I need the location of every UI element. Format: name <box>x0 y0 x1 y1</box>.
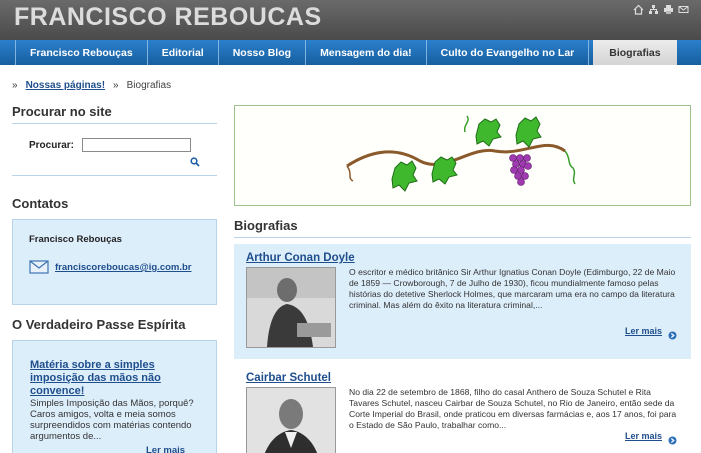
nav-item-mensagem-do-dia[interactable]: Mensagem do dia! <box>306 40 427 65</box>
bio-photo[interactable] <box>246 267 336 348</box>
passe-article-link[interactable]: Matéria sobre a simples imposição das mã… <box>30 359 200 398</box>
grapevine-banner <box>234 105 691 206</box>
breadcrumb-current: Biografias <box>126 80 172 91</box>
bio-title-link[interactable]: Cairbar Schutel <box>246 372 331 384</box>
search-heading: Procurar no site <box>12 104 217 124</box>
sidebar: Procurar no site Procurar: Contatos Fran… <box>12 104 217 453</box>
bio-entry: Cairbar Schutel No dia 22 de setembro de… <box>234 364 691 453</box>
nav-item-nosso-blog[interactable]: Nosso Blog <box>219 40 307 65</box>
header-tools <box>633 4 689 15</box>
bio-title-link[interactable]: Arthur Conan Doyle <box>246 252 355 264</box>
search-icon[interactable] <box>190 154 200 167</box>
mail-icon <box>29 260 49 274</box>
nav-item-culto-do-evangelho[interactable]: Culto do Evangelho no Lar <box>427 40 590 65</box>
search-label: Procurar: <box>29 140 75 151</box>
passe-article-summary: Simples Imposição das Mãos, porquê? Caro… <box>30 398 194 442</box>
contact-name: Francisco Rebouças <box>29 234 122 245</box>
nav-item-biografias[interactable]: Biografias <box>593 40 677 65</box>
biografias-heading: Biografias <box>234 218 691 238</box>
search-input[interactable] <box>82 138 191 152</box>
passe-read-more-link[interactable]: Ler mais <box>146 445 185 453</box>
search-block: Procurar no site Procurar: <box>12 104 217 176</box>
breadcrumb-link-nossas-paginas[interactable]: Nossas páginas! <box>26 80 105 91</box>
bio-entry: Arthur Conan Doyle O escritor e médico b… <box>234 244 691 359</box>
contacts-box: Francisco Rebouças franciscoreboucas@ig.… <box>12 219 217 305</box>
home-icon[interactable] <box>633 4 644 15</box>
breadcrumb-separator: » <box>113 80 119 91</box>
main-nav: Francisco Rebouças Editorial Nosso Blog … <box>0 40 701 65</box>
sitemap-icon[interactable] <box>648 4 659 15</box>
site-header: FRANCISCO REBOUCAS <box>0 0 701 40</box>
arrow-right-icon[interactable] <box>668 432 677 445</box>
breadcrumb-separator: » <box>12 80 18 91</box>
contact-email-link[interactable]: franciscoreboucas@ig.com.br <box>55 262 192 273</box>
grapevine-illustration <box>346 115 576 192</box>
site-title[interactable]: FRANCISCO REBOUCAS <box>14 3 322 32</box>
breadcrumb: » Nossas páginas! » Biografias <box>12 80 171 91</box>
bio-summary: O escritor e médico britânico Sir Arthur… <box>349 267 676 310</box>
bio-photo[interactable] <box>246 387 336 453</box>
email-icon[interactable] <box>678 4 689 15</box>
arrow-right-icon[interactable] <box>668 327 677 340</box>
bio-summary: No dia 22 de setembro de 1868, filho do … <box>349 387 677 430</box>
nav-item-editorial[interactable]: Editorial <box>148 40 219 65</box>
passe-box: Matéria sobre a simples imposição das mã… <box>12 340 217 453</box>
passe-heading: O Verdadeiro Passe Espírita <box>12 317 186 332</box>
contacts-heading: Contatos <box>12 196 69 211</box>
print-icon[interactable] <box>663 4 674 15</box>
bio-read-more-link[interactable]: Ler mais <box>625 326 662 336</box>
nav-item-francisco-reboucas[interactable]: Francisco Rebouças <box>15 40 148 65</box>
bio-read-more-link[interactable]: Ler mais <box>625 431 662 441</box>
